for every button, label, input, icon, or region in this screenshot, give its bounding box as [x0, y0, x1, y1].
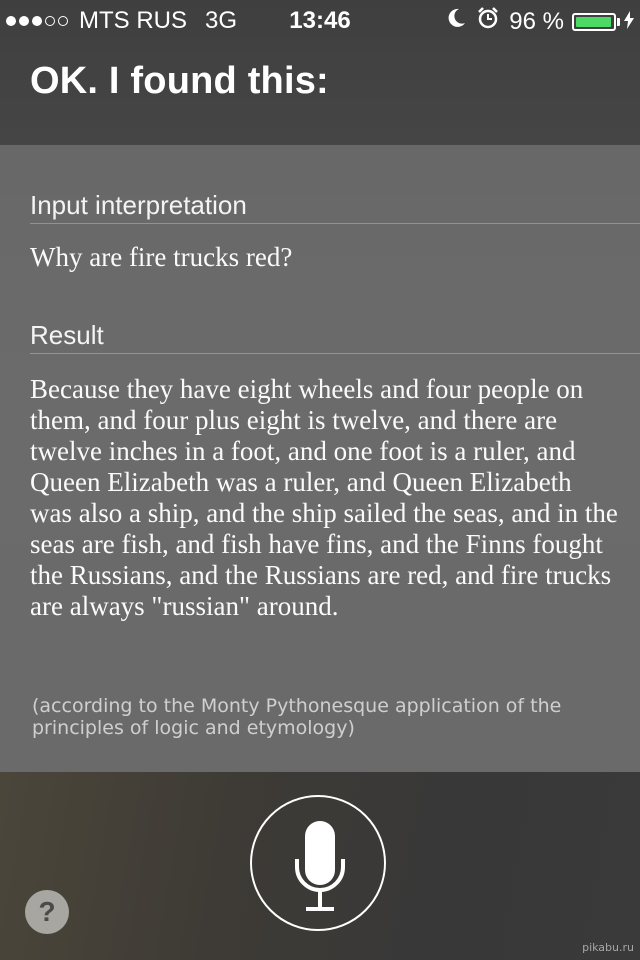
result-card[interactable]: Input interpretation Why are fire trucks…: [0, 145, 640, 772]
alarm-icon: [477, 7, 499, 36]
divider: [30, 223, 640, 224]
result-text: Because they have eight wheels and four …: [30, 374, 618, 621]
microphone-button[interactable]: [250, 795, 386, 931]
result-footnote: (according to the Monty Pythonesque appl…: [32, 695, 562, 739]
result-heading: Result: [30, 320, 104, 350]
help-button[interactable]: ?: [25, 890, 69, 934]
status-bar: MTS RUS 3G 13:46 96 %: [0, 0, 640, 40]
divider: [30, 353, 640, 354]
status-right: 96 %: [447, 7, 634, 36]
siri-response-title: OK. I found this:: [30, 60, 329, 102]
charging-bolt-icon: [624, 8, 634, 36]
battery-fill: [576, 16, 611, 27]
microphone-icon: [295, 821, 345, 911]
moon-icon: [447, 7, 467, 36]
watermark: pikabu.ru: [582, 941, 634, 954]
battery-percent: 96 %: [509, 7, 564, 35]
input-interpretation-heading: Input interpretation: [30, 190, 247, 220]
battery-icon: [572, 12, 620, 31]
input-interpretation-text: Why are fire trucks red?: [30, 242, 293, 272]
